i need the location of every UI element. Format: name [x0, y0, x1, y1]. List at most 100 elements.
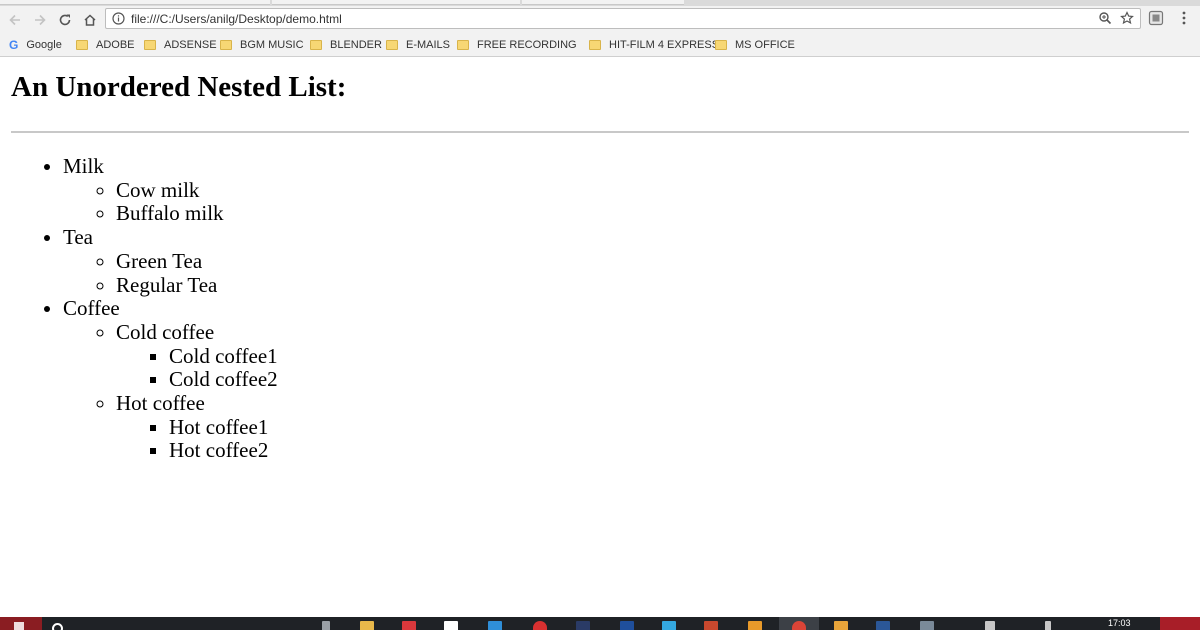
sub-list: Green Tea Regular Tea: [63, 248, 278, 298]
chrome-icon: [792, 621, 806, 630]
taskbar-app-icon[interactable]: [576, 621, 590, 630]
folder-icon: [144, 40, 156, 50]
taskbar-app-icon[interactable]: [488, 621, 502, 630]
list-item: Cow milk: [116, 178, 278, 203]
list-item-label: Milk: [63, 154, 104, 178]
bookmark-label: HIT-FILM 4 EXPRESS: [609, 39, 720, 51]
bookmark-label: MS OFFICE: [735, 39, 795, 51]
folder-icon: [457, 40, 469, 50]
horizontal-rule: [11, 131, 1189, 133]
sub-sub-list: Hot coffee1 Hot coffee2: [116, 414, 278, 463]
sub-list: Cold coffee Cold coffee1 Cold coffee2 Ho…: [63, 319, 278, 463]
bookmark-label: BGM MUSIC: [240, 39, 304, 51]
bookmark-label: Google: [26, 39, 62, 51]
forward-button[interactable]: [29, 9, 51, 31]
browser-tab[interactable]: [272, 0, 520, 5]
taskbar-app-icon[interactable]: [704, 621, 718, 630]
taskbar-app-icon[interactable]: [533, 621, 547, 630]
more-menu-icon[interactable]: [1178, 10, 1190, 26]
bookmark-folder-e-mails[interactable]: E-MAILS: [386, 37, 450, 53]
folder-icon: [76, 40, 88, 50]
list-item-label: Buffalo milk: [116, 201, 224, 226]
list-item: Coffee Cold coffee Cold coffee1 Cold cof…: [63, 296, 278, 463]
list-item-label: Cold coffee1: [169, 343, 278, 368]
zoom-icon[interactable]: [1098, 11, 1112, 25]
list-item: Buffalo milk: [116, 202, 278, 226]
windows-icon: [14, 622, 24, 630]
taskbar-app-icon[interactable]: [620, 621, 634, 630]
home-button[interactable]: [79, 9, 101, 31]
folder-icon: [715, 40, 727, 50]
list-item: Cold coffee Cold coffee1 Cold coffee2: [116, 319, 278, 392]
list-item: Hot coffee Hot coffee1 Hot coffee2: [116, 391, 278, 463]
taskbar-app-icon[interactable]: [748, 621, 762, 630]
tray-icon[interactable]: [985, 621, 995, 630]
list-item: Hot coffee1: [169, 414, 278, 440]
address-bar[interactable]: file:///C:/Users/anilg/Desktop/demo.html: [105, 8, 1141, 29]
bookmark-folder-hit-film[interactable]: HIT-FILM 4 EXPRESS: [589, 37, 719, 53]
list-item-label: Green Tea: [116, 248, 203, 273]
bookmark-folder-adsense[interactable]: ADSENSE: [144, 37, 217, 53]
browser-tab[interactable]: [0, 0, 270, 5]
taskbar-app-icon[interactable]: [662, 621, 676, 630]
bookmarks-bar: G Google ADOBE ADSENSE BGM MUSIC BLENDER…: [0, 34, 1200, 57]
list-item: Regular Tea: [116, 273, 278, 298]
taskbar: 17:03: [0, 617, 1200, 634]
taskbar-clock[interactable]: 17:03: [1108, 618, 1131, 628]
search-icon[interactable]: [52, 623, 63, 634]
list-item: Milk Cow milk Buffalo milk: [63, 154, 278, 226]
list-item: Green Tea: [116, 248, 278, 274]
browser-tab[interactable]: [522, 0, 684, 5]
list-item-label: Hot coffee1: [169, 414, 269, 439]
list-item: Cold coffee2: [169, 367, 278, 392]
bookmark-label: FREE RECORDING SO: [477, 39, 579, 51]
home-icon: [84, 14, 96, 26]
back-button[interactable]: [4, 9, 26, 31]
taskbar-active-app[interactable]: [779, 617, 819, 630]
notification-button[interactable]: [1160, 617, 1200, 630]
folder-icon: [386, 40, 398, 50]
back-arrow-icon: [9, 14, 20, 26]
extension-icon[interactable]: [1148, 10, 1164, 26]
forward-arrow-icon: [35, 14, 46, 26]
bookmark-label: ADSENSE: [164, 39, 217, 51]
bookmark-folder-ms-office[interactable]: MS OFFICE: [715, 37, 795, 53]
bookmark-folder-blender[interactable]: BLENDER: [310, 37, 382, 53]
sub-sub-list: Cold coffee1 Cold coffee2: [116, 343, 278, 392]
list-item-label: Tea: [63, 225, 94, 250]
list-item-label: Cold coffee2: [169, 367, 278, 392]
start-button[interactable]: [0, 617, 42, 630]
page-title: An Unordered Nested List:: [11, 71, 347, 103]
bookmark-folder-bgm-music[interactable]: BGM MUSIC: [220, 37, 304, 53]
list-item-label: Coffee: [63, 296, 120, 321]
taskbar-app-icon[interactable]: [834, 621, 848, 630]
tray-icon[interactable]: [1045, 621, 1051, 630]
list-item: Hot coffee2: [169, 439, 278, 463]
bookmark-label: E-MAILS: [406, 39, 451, 51]
taskbar-app-icon[interactable]: [920, 621, 934, 630]
folder-icon: [310, 40, 322, 50]
bookmark-folder-free-recording[interactable]: FREE RECORDING SO: [457, 37, 579, 53]
folder-icon[interactable]: [360, 621, 374, 630]
google-icon: G: [9, 38, 19, 52]
taskbar-app-icon[interactable]: [876, 621, 890, 630]
bookmark-google[interactable]: G Google: [9, 37, 62, 53]
taskbar-app-icon[interactable]: [402, 621, 416, 630]
reload-button[interactable]: [54, 9, 76, 31]
taskbar-app-icon[interactable]: [444, 621, 458, 630]
reload-icon: [59, 14, 71, 26]
bookmark-label: BLENDER: [330, 39, 382, 51]
taskbar-app-icon[interactable]: [322, 621, 330, 630]
sub-list: Cow milk Buffalo milk: [63, 178, 278, 226]
nested-list: Milk Cow milk Buffalo milk Tea Green Tea…: [0, 154, 278, 463]
url-text[interactable]: file:///C:/Users/anilg/Desktop/demo.html: [131, 11, 342, 27]
info-icon[interactable]: [112, 12, 125, 25]
page-content: An Unordered Nested List: Milk Cow milk …: [0, 57, 1200, 617]
list-item: Tea Green Tea Regular Tea: [63, 225, 278, 298]
list-item-label: Cold coffee: [116, 319, 215, 344]
bookmark-label: ADOBE: [96, 39, 135, 51]
browser-toolbar: file:///C:/Users/anilg/Desktop/demo.html: [0, 6, 1200, 34]
bookmark-star-icon[interactable]: [1120, 11, 1134, 25]
list-item-label: Hot coffee: [116, 391, 205, 416]
bookmark-folder-adobe[interactable]: ADOBE: [76, 37, 135, 53]
